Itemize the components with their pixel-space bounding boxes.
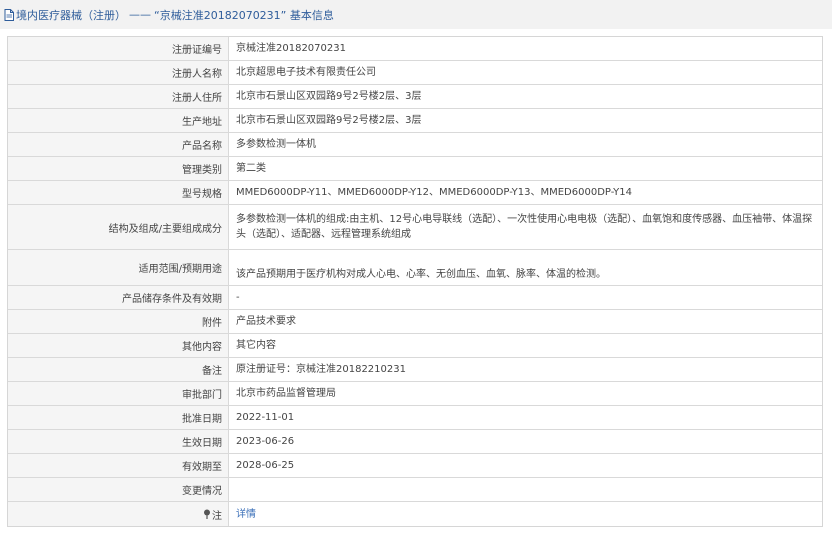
row-label: 备注	[8, 358, 229, 381]
note-row: 注 详情	[8, 502, 822, 526]
row-value: 原注册证号：京械注准20182210231	[236, 364, 406, 375]
row-label: 批准日期	[8, 406, 229, 429]
table-row: 备注 原注册证号：京械注准20182210231	[8, 358, 822, 382]
row-label: 适用范围/预期用途	[8, 250, 229, 285]
table-row: 适用范围/预期用途 该产品预期用于医疗机构对成人心电、心率、无创血压、血氧、脉率…	[8, 250, 822, 286]
details-link[interactable]: 详情	[236, 507, 256, 522]
row-label: 附件	[8, 310, 229, 333]
table-row: 批准日期 2022-11-01	[8, 406, 822, 430]
row-value: 其它内容	[236, 340, 276, 351]
row-value: 2022-11-01	[236, 412, 295, 423]
row-label: 其他内容	[8, 334, 229, 357]
note-label-cell: 注	[8, 502, 229, 526]
header-record-title: “京械注准20182070231” 基本信息	[154, 8, 334, 22]
row-label: 有效期至	[8, 454, 229, 477]
note-label: 注	[212, 510, 222, 522]
row-value: 北京市石景山区双园路9号2号楼2层、3层	[236, 91, 422, 102]
row-value: 2023-06-26	[236, 436, 295, 447]
table-row: 有效期至 2028-06-25	[8, 454, 822, 478]
table-row: 附件 产品技术要求	[8, 310, 822, 334]
table-row: 产品名称 多参数检测一体机	[8, 133, 822, 157]
page-header: 境内医疗器械（注册） —— “京械注准20182070231” 基本信息	[0, 0, 832, 29]
row-label: 注册证编号	[8, 37, 229, 60]
table-row: 产品储存条件及有效期 -	[8, 286, 822, 310]
row-label: 注册人住所	[8, 85, 229, 108]
row-value: -	[236, 292, 240, 303]
table-row: 结构及组成/主要组成成分 多参数检测一体机的组成:由主机、12号心电导联线（选配…	[8, 205, 822, 250]
row-value: 北京超思电子技术有限责任公司	[236, 67, 376, 78]
row-label: 产品储存条件及有效期	[8, 286, 229, 309]
row-value	[229, 478, 822, 501]
table-row: 生效日期 2023-06-26	[8, 430, 822, 454]
row-label: 结构及组成/主要组成成分	[8, 205, 229, 249]
pin-icon	[203, 509, 211, 519]
table-row: 审批部门 北京市药品监督管理局	[8, 382, 822, 406]
header-category: 境内医疗器械（注册）	[16, 8, 126, 22]
row-value: 第二类	[236, 163, 266, 174]
row-label: 生效日期	[8, 430, 229, 453]
table-row: 变更情况	[8, 478, 822, 502]
row-label: 产品名称	[8, 133, 229, 156]
table-row: 注册人名称 北京超思电子技术有限责任公司	[8, 61, 822, 85]
row-value: 产品技术要求	[236, 316, 296, 327]
row-value: 多参数检测一体机的组成:由主机、12号心电导联线（选配）、一次性使用心电电极（选…	[236, 214, 813, 240]
document-icon	[4, 8, 14, 21]
table-row: 管理类别 第二类	[8, 157, 822, 181]
header-separator: ——	[129, 8, 151, 21]
row-label: 型号规格	[8, 181, 229, 204]
row-value: 北京市石景山区双园路9号2号楼2层、3层	[236, 115, 422, 126]
row-value: 2028-06-25	[236, 460, 295, 471]
row-value: 京械注准20182070231	[236, 43, 346, 54]
row-label: 生产地址	[8, 109, 229, 132]
table-row: 注册证编号 京械注准20182070231	[8, 37, 822, 61]
row-value: 该产品预期用于医疗机构对成人心电、心率、无创血压、血氧、脉率、体温的检测。	[236, 269, 606, 280]
row-label: 管理类别	[8, 157, 229, 180]
table-row: 生产地址 北京市石景山区双园路9号2号楼2层、3层	[8, 109, 822, 133]
row-label: 注册人名称	[8, 61, 229, 84]
detail-table: 注册证编号 京械注准20182070231 注册人名称 北京超思电子技术有限责任…	[7, 36, 823, 527]
note-value: 详情	[229, 502, 822, 526]
row-label: 变更情况	[8, 478, 229, 501]
row-label: 审批部门	[8, 382, 229, 405]
row-value: 北京市药品监督管理局	[236, 388, 336, 399]
table-row: 其他内容 其它内容	[8, 334, 822, 358]
row-value: 多参数检测一体机	[236, 139, 316, 150]
table-row: 型号规格 MMED6000DP-Y11、MMED6000DP-Y12、MMED6…	[8, 181, 822, 205]
row-value: MMED6000DP-Y11、MMED6000DP-Y12、MMED6000DP…	[236, 187, 632, 198]
table-row: 注册人住所 北京市石景山区双园路9号2号楼2层、3层	[8, 85, 822, 109]
